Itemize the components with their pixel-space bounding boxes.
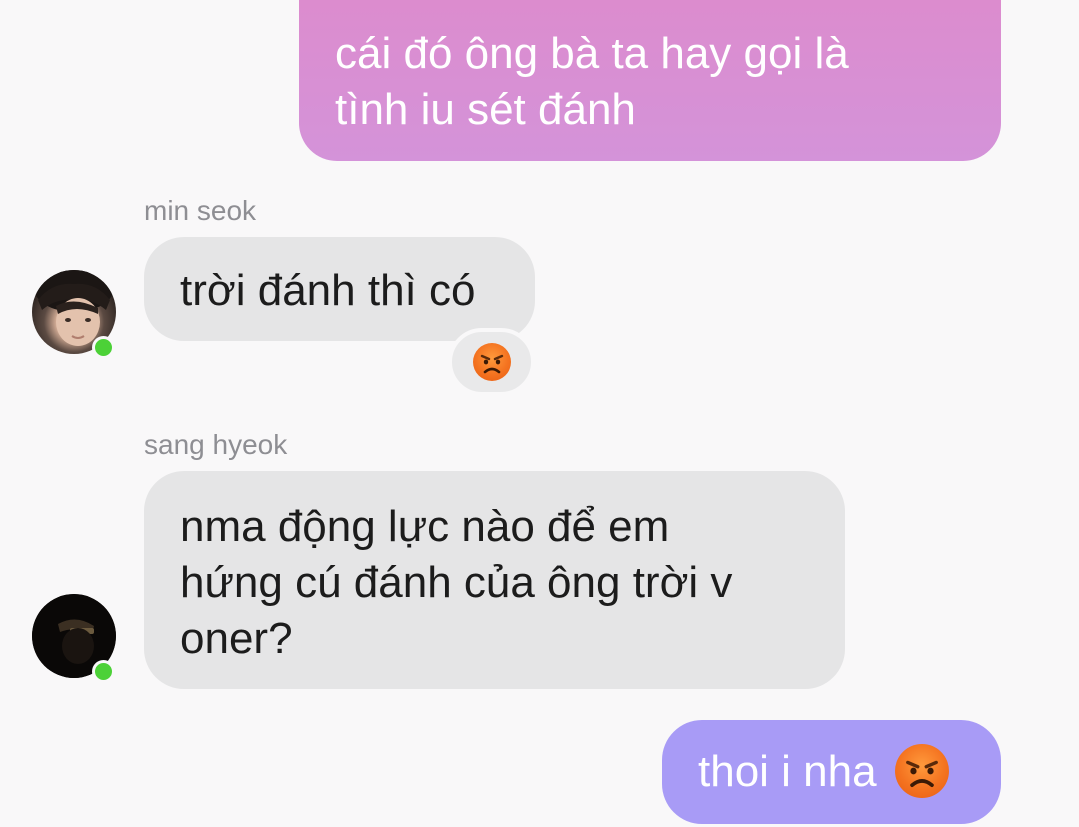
sent-message-bubble[interactable]: cái đó ông bà ta hay gọi là tình iu sét … — [299, 0, 1001, 161]
online-status-indicator — [92, 336, 115, 359]
angry-face-emoji-icon — [472, 343, 511, 381]
message-text-line: tình iu sét đánh — [335, 85, 636, 134]
message-text-line: hứng cú đánh của ông trời v — [180, 558, 733, 607]
received-message-bubble[interactable]: nma động lực nào để em hứng cú đánh của … — [144, 471, 845, 689]
message-text-line: oner? — [180, 614, 293, 663]
sender-name: min seok — [144, 195, 257, 226]
message-text-line: nma động lực nào để em — [180, 502, 670, 551]
sent-message-bubble[interactable]: thoi i nha — [662, 720, 1001, 824]
message-text-line: cái đó ông bà ta hay gọi là — [335, 29, 849, 78]
message-reaction[interactable] — [448, 328, 535, 396]
sender-name: sang hyeok — [144, 429, 288, 460]
message-text: thoi i nha — [698, 747, 877, 796]
angry-face-emoji-icon — [894, 744, 949, 799]
chat-thread: cái đó ông bà ta hay gọi là tình iu sét … — [0, 0, 1079, 827]
received-message-bubble[interactable]: trời đánh thì có — [144, 237, 535, 341]
online-status-indicator — [92, 660, 115, 683]
message-text: trời đánh thì có — [180, 266, 476, 315]
